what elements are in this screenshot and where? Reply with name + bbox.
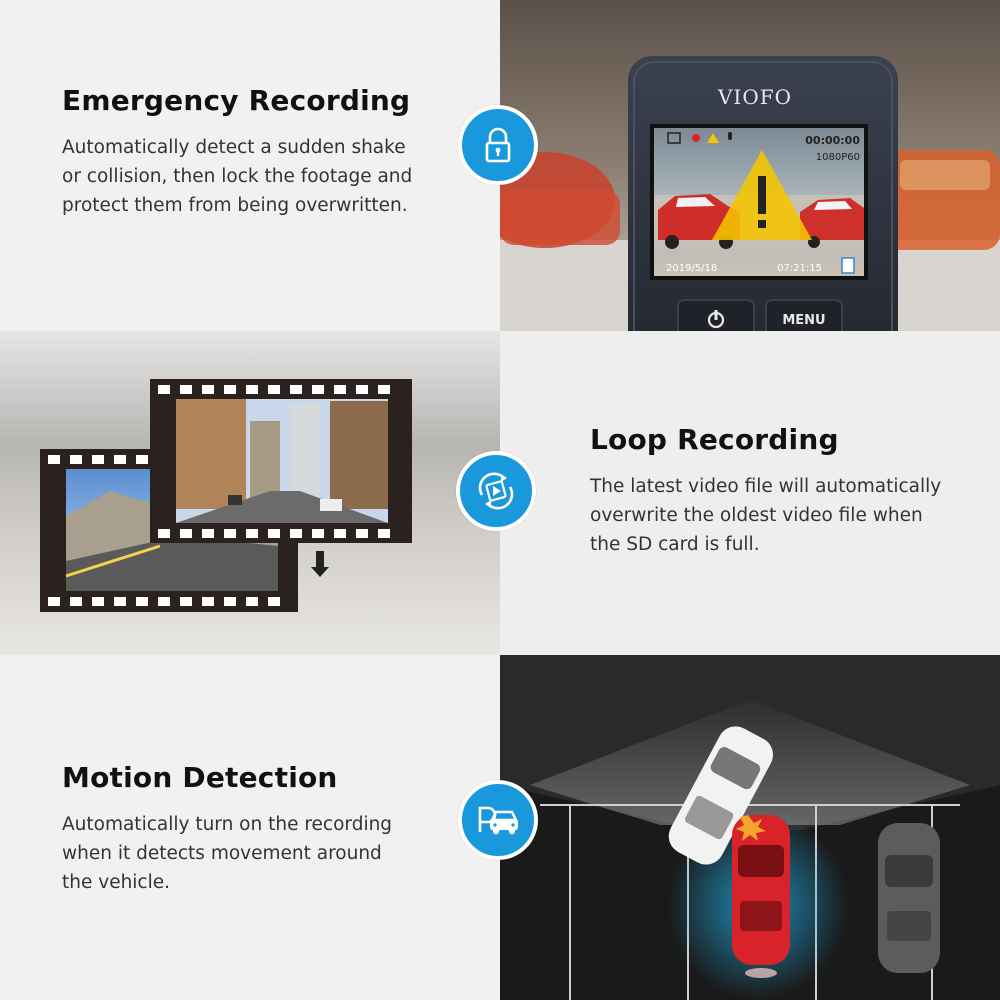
- description-line: the SD card is full.: [590, 534, 760, 555]
- feature-title: Loop Recording: [590, 423, 839, 456]
- parking-lot-image: [500, 655, 1000, 1000]
- time-label: 07:21:15: [777, 263, 822, 274]
- recording-timer: 00:00:00: [805, 134, 860, 147]
- description-line: or collision, then lock the footage and: [62, 166, 413, 187]
- parking-car-icon: [478, 806, 518, 835]
- description-line: Automatically turn on the recording: [62, 814, 393, 835]
- camera-brand-label: VIOFO: [717, 85, 792, 109]
- motion-detection-text: Motion Detection Automatically turn on t…: [62, 761, 392, 897]
- emergency-feature-badge: [458, 105, 538, 185]
- date-label: 2019/5/18: [666, 263, 717, 274]
- menu-button-label: MENU: [782, 313, 825, 328]
- loop-feature-badge: [456, 451, 536, 531]
- grey-car: [878, 823, 940, 973]
- resolution-label: 1080P60: [816, 152, 860, 163]
- film-strip-image: [0, 331, 500, 655]
- feature-description: Automatically turn on the recording when…: [62, 810, 392, 897]
- mic-icon: [728, 132, 732, 140]
- loop-recording-text: Loop Recording The latest video file wil…: [590, 423, 941, 559]
- description-line: protect them from being overwritten.: [62, 195, 408, 216]
- description-line: when it detects movement around: [62, 843, 382, 864]
- motion-feature-badge: [458, 780, 538, 860]
- sd-card-icon: [841, 257, 855, 274]
- loop-video-icon: [478, 472, 514, 510]
- lock-icon: [485, 127, 511, 163]
- description-line: the vehicle.: [62, 872, 171, 893]
- rec-dot-icon: [692, 134, 700, 142]
- emergency-recording-section: Emergency Recording Automatically detect…: [0, 0, 1000, 331]
- description-line: The latest video file will automatically: [590, 476, 942, 497]
- motion-detection-section: Motion Detection Automatically turn on t…: [0, 655, 1000, 1000]
- red-car: [732, 815, 790, 978]
- dashcam-image: VIOFO 00:00:00 1080P60 2019/5/18 07:21:1…: [500, 0, 1000, 331]
- feature-description: The latest video file will automatically…: [590, 472, 941, 559]
- emergency-recording-text: Emergency Recording Automatically detect…: [62, 84, 412, 220]
- arrow-down-icon: [316, 551, 324, 567]
- feature-description: Automatically detect a sudden shake or c…: [62, 133, 412, 220]
- feature-title: Emergency Recording: [62, 84, 411, 117]
- loop-recording-section: Loop Recording The latest video file wil…: [0, 331, 1000, 655]
- description-line: overwrite the oldest video file when: [590, 505, 923, 526]
- feature-title: Motion Detection: [62, 761, 338, 794]
- description-line: Automatically detect a sudden shake: [62, 137, 406, 158]
